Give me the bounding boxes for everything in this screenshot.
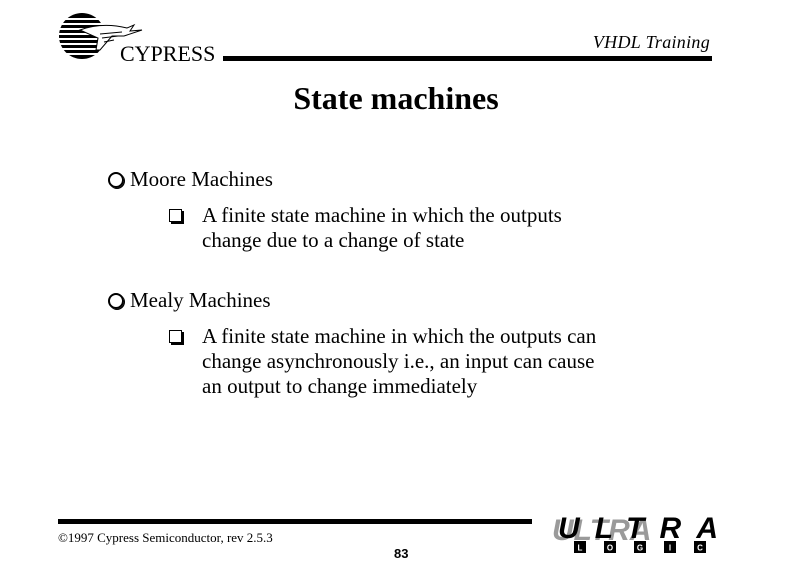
logic-letter: G bbox=[637, 544, 643, 553]
sub-bullet-line: A finite state machine in which the outp… bbox=[202, 324, 597, 348]
sub-bullet-line: change asynchronously i.e., an input can… bbox=[202, 349, 595, 373]
bullet-mealy: Mealy Machines bbox=[108, 288, 271, 313]
cypress-wordmark: CYPRESS bbox=[120, 41, 215, 64]
bullet-label: Moore Machines bbox=[130, 167, 273, 191]
sub-bullet-line: an output to change immediately bbox=[202, 374, 478, 398]
logic-letter: L bbox=[578, 544, 583, 553]
bullet-moore: Moore Machines bbox=[108, 167, 273, 192]
hollow-circle-bullet-icon bbox=[108, 172, 124, 188]
logic-letter: C bbox=[697, 544, 703, 553]
page-number: 83 bbox=[394, 546, 409, 561]
hollow-square-bullet-icon bbox=[169, 209, 182, 222]
sub-bullet-line: A finite state machine in which the outp… bbox=[202, 203, 562, 227]
copyright: ©1997 Cypress Semiconductor, rev 2.5.3 bbox=[58, 530, 273, 545]
hollow-square-bullet-icon bbox=[169, 330, 182, 343]
sub-bullet-moore: A finite state machine in which the outp… bbox=[169, 203, 562, 253]
footer-rule bbox=[58, 519, 532, 524]
cypress-logo: CYPRESS bbox=[54, 13, 215, 64]
sub-bullet-line: change due to a change of state bbox=[202, 228, 465, 252]
sub-bullet-mealy: A finite state machine in which the outp… bbox=[169, 324, 597, 399]
hollow-circle-bullet-icon bbox=[108, 293, 124, 309]
header-rule bbox=[223, 56, 712, 61]
logic-letter: I bbox=[669, 544, 671, 553]
ultra-logic-logo: ULTRA ULTRA LOGIC bbox=[552, 514, 718, 553]
slide-title: State machines bbox=[293, 80, 499, 116]
bullet-label: Mealy Machines bbox=[130, 288, 271, 312]
logic-letter: O bbox=[607, 544, 613, 553]
header-title: VHDL Training bbox=[592, 32, 710, 52]
